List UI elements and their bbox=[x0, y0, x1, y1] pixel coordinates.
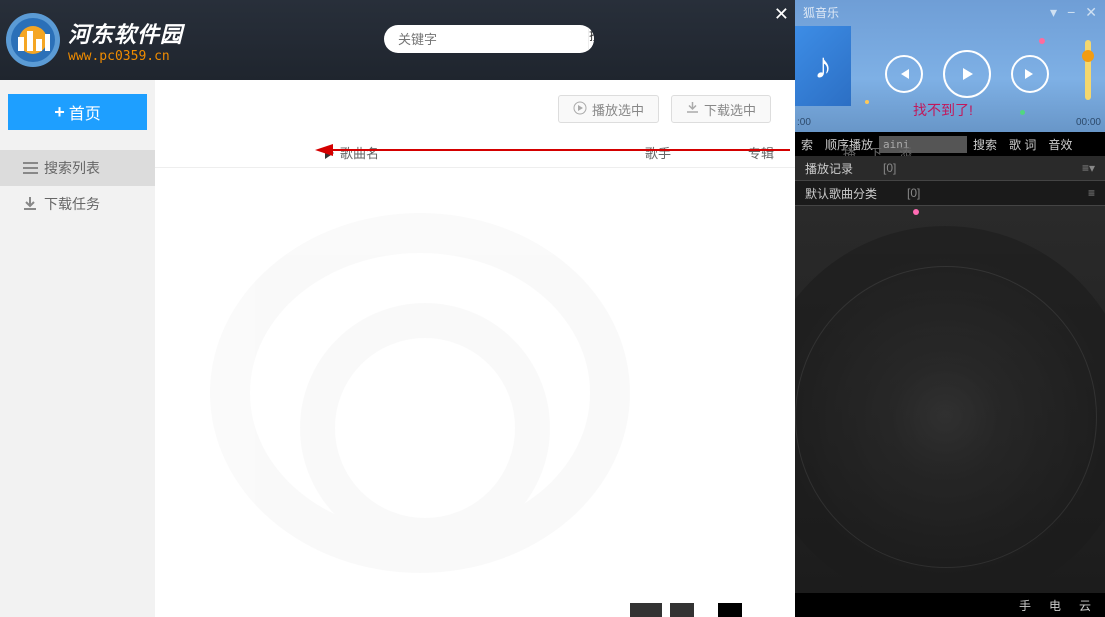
download-selected-button[interactable]: 下载选中 bbox=[671, 95, 771, 123]
minimize-icon[interactable]: − bbox=[1067, 4, 1075, 21]
close-icon[interactable]: ✕ bbox=[1085, 4, 1097, 21]
music-note-icon: ♪ bbox=[814, 45, 832, 87]
list-icon bbox=[22, 160, 38, 176]
next-button[interactable] bbox=[1011, 55, 1049, 93]
play-triangle-icon bbox=[325, 147, 334, 159]
download-label: 下载任务 bbox=[44, 194, 100, 214]
bottom-bar: 手 电 云 bbox=[795, 593, 1105, 617]
table-body bbox=[155, 168, 795, 617]
list-menu-icon[interactable]: ≡ bbox=[1088, 186, 1095, 200]
window-controls: ▾ − ✕ bbox=[1050, 4, 1097, 21]
th-song-label: 歌曲名 bbox=[340, 143, 379, 162]
plus-icon: + bbox=[54, 102, 65, 123]
history-count: [0] bbox=[883, 161, 896, 175]
th-album[interactable]: 专辑 bbox=[748, 143, 774, 162]
sidebar-item-search-list[interactable]: 搜索列表 bbox=[0, 150, 155, 186]
player-titlebar: 狐音乐 ▾ − ✕ bbox=[795, 0, 1105, 24]
download-icon bbox=[22, 196, 38, 212]
volume-slider[interactable] bbox=[1085, 40, 1091, 100]
decoration-dot bbox=[865, 100, 869, 104]
playlist-body bbox=[795, 206, 1105, 593]
disc-background bbox=[795, 226, 1105, 593]
sidebar: + 首页 搜索列表 下载任务 bbox=[0, 80, 155, 617]
playback-controls bbox=[885, 50, 1049, 98]
time-total: 00:00 bbox=[1076, 117, 1101, 128]
player-panel: 狐音乐 ▾ − ✕ ♪ bbox=[795, 0, 1105, 617]
decoration-dot bbox=[1039, 38, 1045, 44]
album-art: ♪ bbox=[795, 26, 851, 106]
bottom-power[interactable]: 电 bbox=[1049, 597, 1061, 614]
menu-search-suffix[interactable]: 索 bbox=[795, 136, 819, 153]
toolbar: 播放选中 下载选中 bbox=[155, 80, 795, 138]
play-button[interactable] bbox=[943, 50, 991, 98]
status-text: 找不到了! bbox=[913, 100, 973, 120]
decoration-dot bbox=[913, 209, 919, 215]
logo-text: 河东软件园 www.pc0359.cn bbox=[68, 17, 183, 64]
default-label: 默认歌曲分类 bbox=[805, 185, 877, 202]
background-swirl bbox=[210, 213, 630, 573]
time-current: :00 bbox=[797, 117, 811, 128]
download-icon bbox=[686, 101, 699, 117]
th-song[interactable]: 歌曲名 bbox=[325, 143, 379, 162]
logo-icon bbox=[6, 13, 60, 67]
player-top: 狐音乐 ▾ − ✕ ♪ bbox=[795, 0, 1105, 132]
decoration-dot bbox=[1020, 110, 1025, 115]
home-label: 首页 bbox=[69, 100, 101, 124]
playlist-history-header[interactable]: 播放记录 [0] ≡▾ bbox=[795, 156, 1105, 181]
search-bar: 搜索 bbox=[384, 25, 594, 53]
bottom-cloud[interactable]: 云 bbox=[1079, 597, 1091, 614]
play-selected-button[interactable]: 播放选中 bbox=[558, 95, 659, 123]
dropdown-icon[interactable]: ▾ bbox=[1050, 4, 1057, 21]
player-title: 狐音乐 bbox=[803, 4, 839, 21]
search-input[interactable] bbox=[384, 25, 588, 53]
menu-search-input[interactable] bbox=[879, 136, 967, 153]
search-button[interactable]: 搜索 bbox=[588, 25, 594, 53]
logo-title: 河东软件园 bbox=[68, 17, 183, 49]
close-icon[interactable]: ✕ bbox=[774, 4, 789, 25]
logo: 河东软件园 www.pc0359.cn bbox=[0, 9, 189, 71]
home-button[interactable]: + 首页 bbox=[8, 94, 147, 130]
download-selected-label: 下载选中 bbox=[704, 100, 756, 119]
menu-bar: 索 顺序播放 搜索 歌 词 音效 bbox=[795, 132, 1105, 156]
history-label: 播放记录 bbox=[805, 160, 853, 177]
menu-effects[interactable]: 音效 bbox=[1042, 136, 1078, 153]
table-header: 歌曲名 歌手 专辑 播 下 添 bbox=[155, 138, 795, 168]
bottom-strip bbox=[630, 603, 790, 617]
logo-url: www.pc0359.cn bbox=[68, 49, 183, 64]
content: 播放选中 下载选中 歌曲名 歌手 专辑 播 下 添 bbox=[155, 80, 795, 617]
list-menu-icon[interactable]: ≡▾ bbox=[1082, 161, 1095, 175]
body: + 首页 搜索列表 下载任务 bbox=[0, 80, 795, 617]
play-circle-icon bbox=[573, 101, 587, 118]
search-list-label: 搜索列表 bbox=[44, 158, 100, 178]
th-artist[interactable]: 歌手 bbox=[645, 143, 671, 162]
sidebar-item-download[interactable]: 下载任务 bbox=[0, 186, 155, 222]
menu-search-btn[interactable]: 搜索 bbox=[967, 136, 1003, 153]
playlist-default-header[interactable]: 默认歌曲分类 [0] ≡ bbox=[795, 181, 1105, 206]
prev-button[interactable] bbox=[885, 55, 923, 93]
main-panel: 河东软件园 www.pc0359.cn 搜索 ✕ + 首页 搜索列表 bbox=[0, 0, 795, 617]
volume-knob[interactable] bbox=[1082, 50, 1094, 62]
menu-lyrics[interactable]: 歌 词 bbox=[1003, 136, 1042, 153]
bottom-hand[interactable]: 手 bbox=[1019, 597, 1031, 614]
header: 河东软件园 www.pc0359.cn 搜索 ✕ bbox=[0, 0, 795, 80]
default-count: [0] bbox=[907, 186, 920, 200]
play-selected-label: 播放选中 bbox=[592, 100, 644, 119]
